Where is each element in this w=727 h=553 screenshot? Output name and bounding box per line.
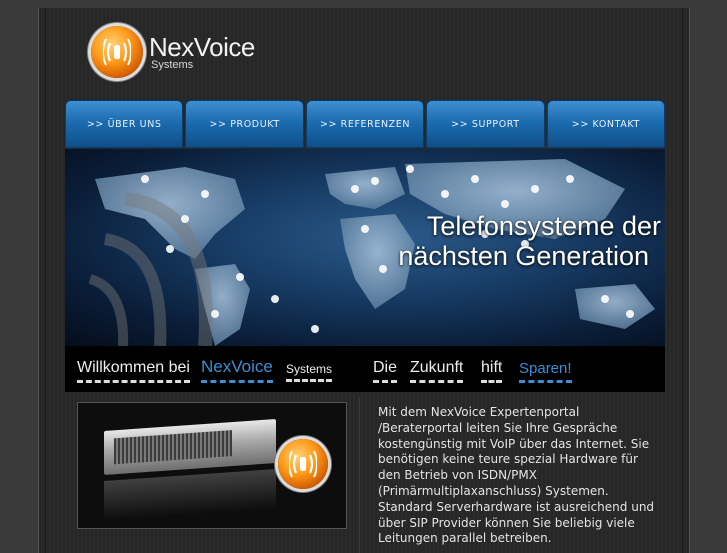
nav-item-produkt[interactable]: >> PRODUKT: [185, 100, 304, 148]
content-divider: [359, 398, 360, 553]
tagline-brand: NexVoice: [201, 357, 273, 383]
tagline-sparen: Sparen!: [519, 360, 572, 383]
tagline-die: Die: [373, 359, 398, 383]
product-image: [77, 402, 347, 529]
hero-headline: Telefonsysteme der nächsten Generation: [398, 211, 661, 271]
logo-subtitle: Systems: [151, 59, 194, 71]
hero-banner: Telefonsysteme der nächsten Generation: [65, 149, 665, 346]
tagline-hift: hift: [481, 359, 503, 383]
tagline-brand-sub: Systems: [286, 362, 333, 382]
phone-wave-icon: [103, 38, 131, 66]
server-reflection: [104, 468, 276, 522]
tagline-bar: Willkommen bei NexVoice Systems Die Zuku…: [65, 346, 665, 392]
logo-icon: [91, 26, 143, 78]
phone-wave-icon: [289, 450, 317, 478]
hero-line-1: Telefonsysteme der: [426, 211, 661, 241]
main-nav: >> ÜBER UNS >> PRODUKT >> REFERENZEN >> …: [65, 100, 666, 148]
nav-item-referenzen[interactable]: >> REFERENZEN: [305, 100, 425, 148]
product-description: Mit dem NexVoice Expertenportal /Berater…: [378, 405, 655, 546]
nav-item-support[interactable]: >> SUPPORT: [426, 100, 545, 148]
nav-item-ueber-uns[interactable]: >> ÜBER UNS: [65, 100, 184, 148]
product-logo-icon: [278, 439, 328, 489]
nav-item-kontakt[interactable]: >> KONTAKT: [546, 100, 666, 148]
page-container: NexVoice Systems >> ÜBER UNS >> PRODUKT …: [38, 8, 690, 553]
tagline-welcome: Willkommen bei: [77, 359, 190, 383]
hero-line-2: nächsten Generation: [398, 241, 649, 271]
server-graphic: [104, 418, 276, 476]
tagline-zukunft: Zukunft: [410, 359, 464, 383]
